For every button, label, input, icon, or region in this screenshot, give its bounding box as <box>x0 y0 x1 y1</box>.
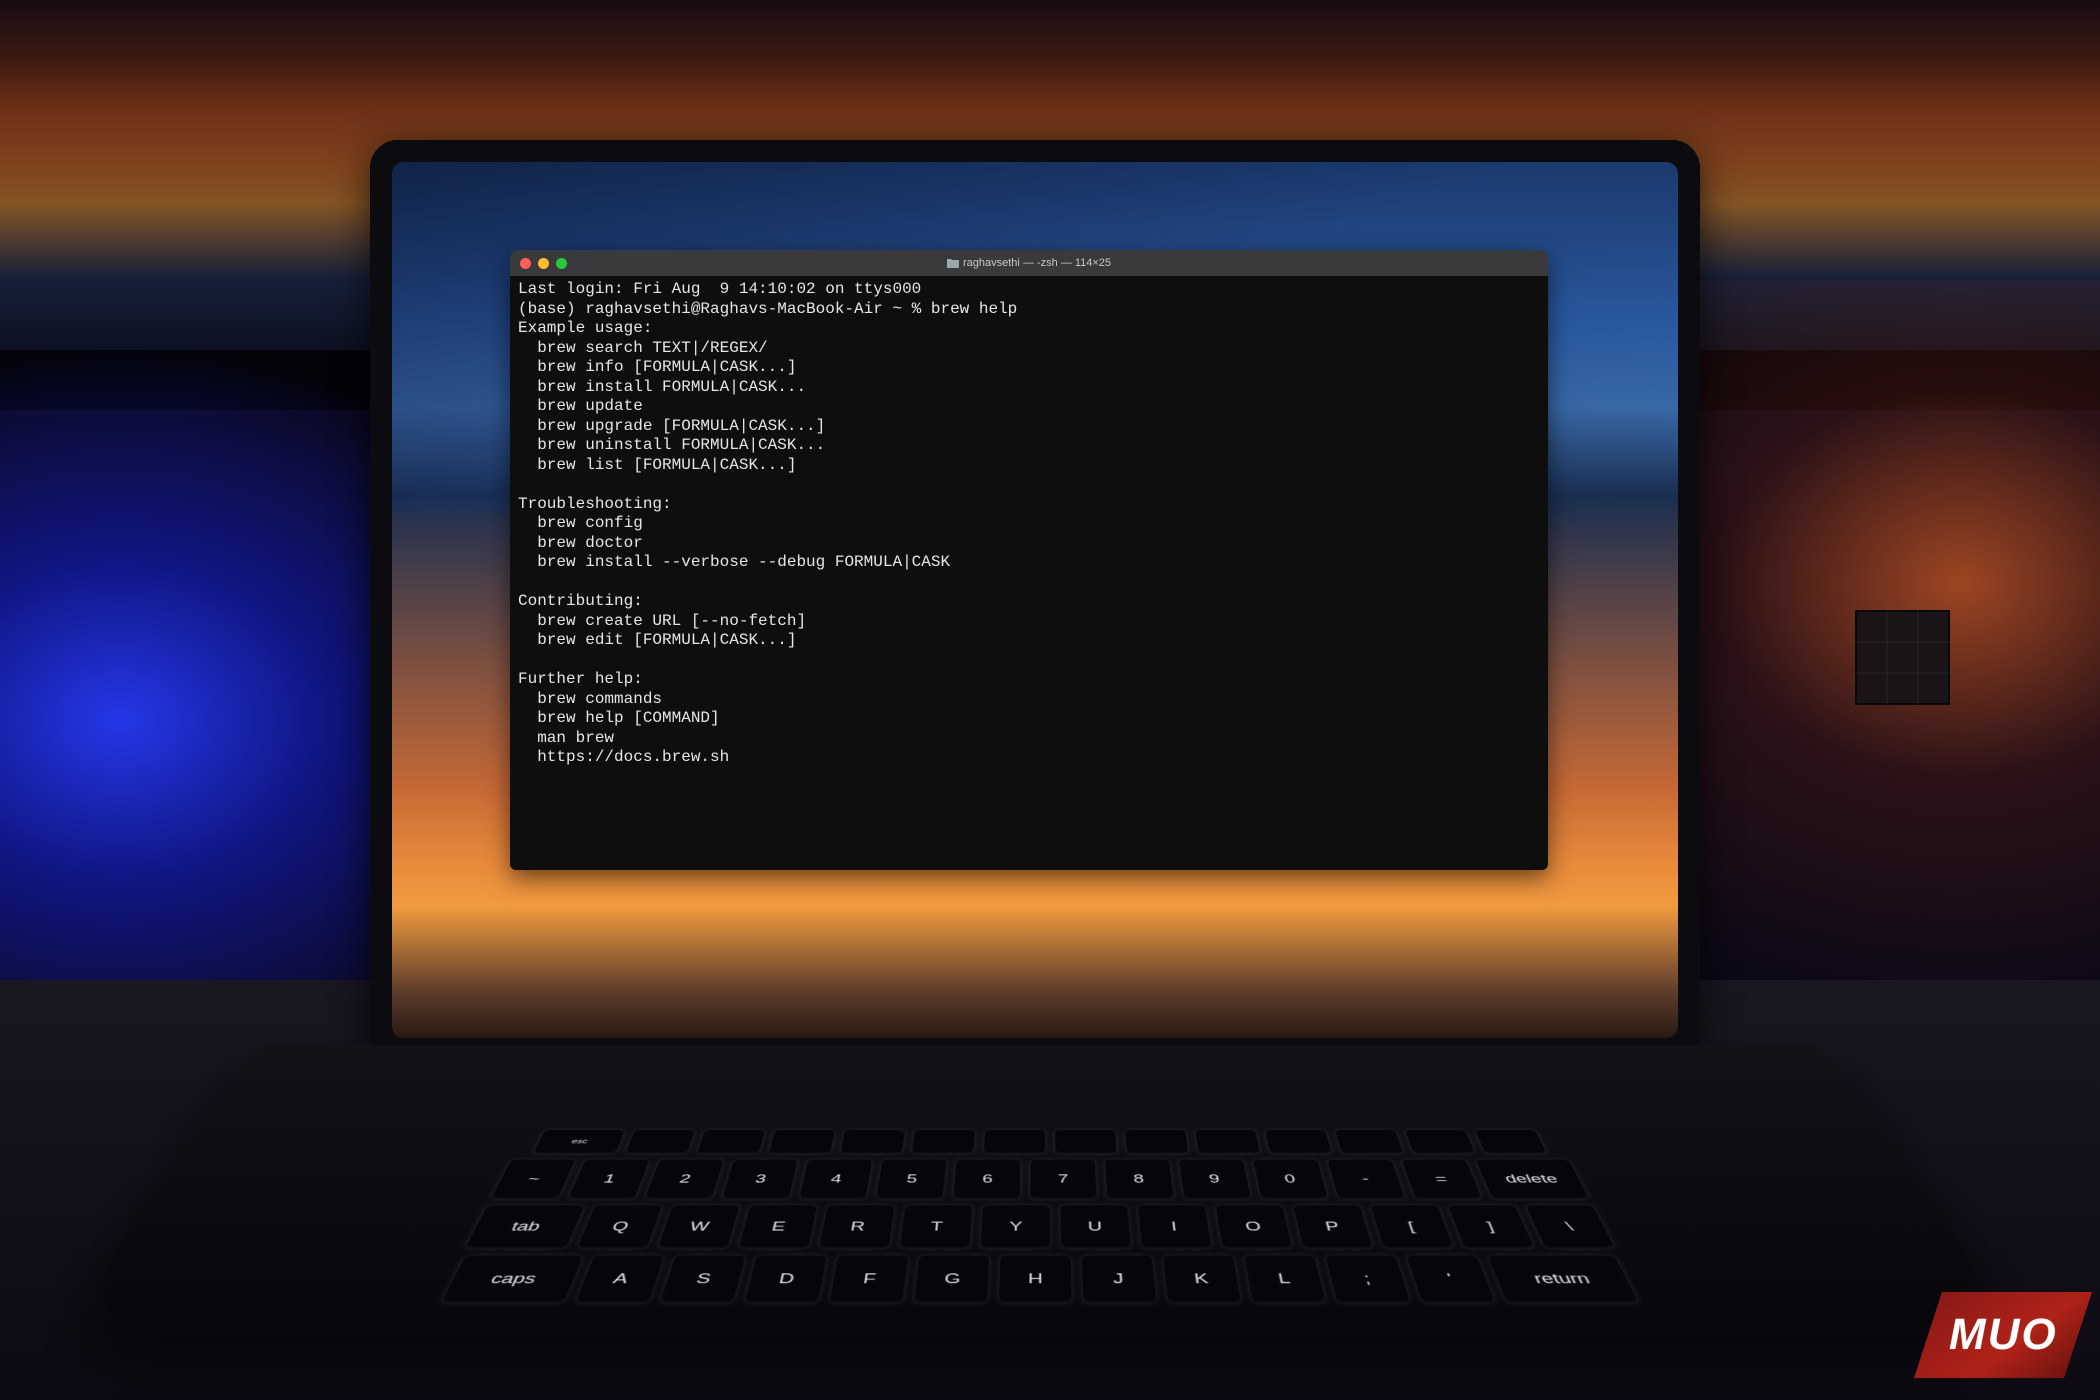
key-fn[interactable] <box>625 1130 695 1153</box>
terminal-output[interactable]: Last login: Fri Aug 9 14:10:02 on ttys00… <box>510 276 1548 776</box>
key-return[interactable]: return <box>1488 1256 1639 1303</box>
key-\[interactable]: \ <box>1526 1205 1615 1248</box>
key-fn[interactable] <box>840 1130 905 1153</box>
key-Q[interactable]: Q <box>577 1205 662 1248</box>
trouble-heading: Troubleshooting: <box>518 495 672 513</box>
key-9[interactable]: 9 <box>1179 1160 1251 1199</box>
key-2[interactable]: 2 <box>645 1160 724 1199</box>
zoom-icon[interactable] <box>556 258 567 269</box>
contrib-line: brew edit [FORMULA|CASK...] <box>518 631 796 649</box>
key-U[interactable]: U <box>1060 1205 1130 1248</box>
window-title: raghavsethi — -zsh — 114×25 <box>510 257 1548 269</box>
photo-scene: raghavsethi — -zsh — 114×25 Last login: … <box>0 0 2100 1400</box>
key-0[interactable]: 0 <box>1253 1160 1328 1199</box>
further-line: brew commands <box>518 690 662 708</box>
key-O[interactable]: O <box>1216 1205 1293 1248</box>
key-tab[interactable]: tab <box>465 1205 584 1248</box>
key-fn[interactable] <box>984 1130 1045 1153</box>
key-fn[interactable] <box>912 1130 975 1153</box>
contrib-heading: Contributing: <box>518 592 643 610</box>
key-caps[interactable]: caps <box>441 1256 583 1303</box>
key-esc[interactable]: esc <box>533 1130 625 1153</box>
key-fn[interactable] <box>1335 1130 1404 1153</box>
watermark-badge: MUO <box>1914 1292 2092 1378</box>
key-E[interactable]: E <box>739 1205 818 1248</box>
key-D[interactable]: D <box>745 1256 827 1303</box>
example-heading: Example usage: <box>518 319 652 337</box>
key-G[interactable]: G <box>914 1256 989 1303</box>
key-'[interactable]: ' <box>1407 1256 1496 1303</box>
terminal-window[interactable]: raghavsethi — -zsh — 114×25 Last login: … <box>510 250 1548 870</box>
example-line: brew update <box>518 397 643 415</box>
key-1[interactable]: 1 <box>568 1160 650 1199</box>
laptop-lid: raghavsethi — -zsh — 114×25 Last login: … <box>370 140 1700 1060</box>
example-line: brew upgrade [FORMULA|CASK...] <box>518 417 825 435</box>
key-=[interactable]: = <box>1402 1160 1482 1199</box>
key-Y[interactable]: Y <box>981 1205 1050 1248</box>
example-line: brew search TEXT|/REGEX/ <box>518 339 768 357</box>
key-fn[interactable] <box>697 1130 765 1153</box>
key-[[interactable]: [ <box>1371 1205 1454 1248</box>
key-~[interactable]: ~ <box>491 1160 575 1199</box>
trouble-line: brew config <box>518 514 643 532</box>
close-icon[interactable] <box>520 258 531 269</box>
key-I[interactable]: I <box>1138 1205 1211 1248</box>
key-3[interactable]: 3 <box>722 1160 798 1199</box>
key-fn[interactable] <box>769 1130 835 1153</box>
key-fn[interactable] <box>1265 1130 1332 1153</box>
folder-icon <box>947 258 959 268</box>
key-F[interactable]: F <box>829 1256 908 1303</box>
example-line: brew info [FORMULA|CASK...] <box>518 358 796 376</box>
key-W[interactable]: W <box>658 1205 740 1248</box>
key-K[interactable]: K <box>1163 1256 1241 1303</box>
example-line: brew uninstall FORMULA|CASK... <box>518 436 825 454</box>
key-fn[interactable] <box>1405 1130 1475 1153</box>
key-6[interactable]: 6 <box>953 1160 1020 1199</box>
laptop-screen: raghavsethi — -zsh — 114×25 Last login: … <box>392 162 1678 1038</box>
trouble-line: brew doctor <box>518 534 643 552</box>
key-P[interactable]: P <box>1293 1205 1373 1248</box>
key-J[interactable]: J <box>1082 1256 1157 1303</box>
key-delete[interactable]: delete <box>1476 1160 1589 1199</box>
rubiks-cube <box>1855 610 1950 705</box>
key-S[interactable]: S <box>660 1256 745 1303</box>
further-line: man brew <box>518 729 614 747</box>
last-login-line: Last login: Fri Aug 9 14:10:02 on ttys00… <box>518 280 921 298</box>
key-fn[interactable] <box>1125 1130 1188 1153</box>
laptop-keyboard[interactable]: esc ~1234567890-=delete tabQWERTYUIOP[]\ ca… <box>418 1130 1662 1322</box>
key-][interactable]: ] <box>1448 1205 1534 1248</box>
key-4[interactable]: 4 <box>799 1160 872 1199</box>
example-line: brew list [FORMULA|CASK...] <box>518 456 796 474</box>
key-fn[interactable] <box>1055 1130 1117 1153</box>
key-;[interactable]: ; <box>1325 1256 1410 1303</box>
laptop: raghavsethi — -zsh — 114×25 Last login: … <box>370 140 1700 1400</box>
further-line: https://docs.brew.sh <box>518 748 729 766</box>
window-titlebar[interactable]: raghavsethi — -zsh — 114×25 <box>510 250 1548 276</box>
key-fn[interactable] <box>1475 1130 1547 1153</box>
watermark-text: MUO <box>1949 1310 2058 1360</box>
prompt-line: (base) raghavsethi@Raghavs-MacBook-Air ~… <box>518 300 1017 318</box>
example-line: brew install FORMULA|CASK... <box>518 378 806 396</box>
trouble-line: brew install --verbose --debug FORMULA|C… <box>518 553 950 571</box>
key-H[interactable]: H <box>999 1256 1072 1303</box>
key-A[interactable]: A <box>575 1256 664 1303</box>
contrib-line: brew create URL [--no-fetch] <box>518 612 806 630</box>
further-line: brew help [COMMAND] <box>518 709 720 727</box>
key-5[interactable]: 5 <box>876 1160 946 1199</box>
key-7[interactable]: 7 <box>1030 1160 1096 1199</box>
key-T[interactable]: T <box>900 1205 972 1248</box>
key-8[interactable]: 8 <box>1105 1160 1174 1199</box>
further-heading: Further help: <box>518 670 643 688</box>
key-fn[interactable] <box>1195 1130 1260 1153</box>
key-L[interactable]: L <box>1244 1256 1326 1303</box>
key--[interactable]: - <box>1327 1160 1405 1199</box>
key-R[interactable]: R <box>819 1205 894 1248</box>
minimize-icon[interactable] <box>538 258 549 269</box>
